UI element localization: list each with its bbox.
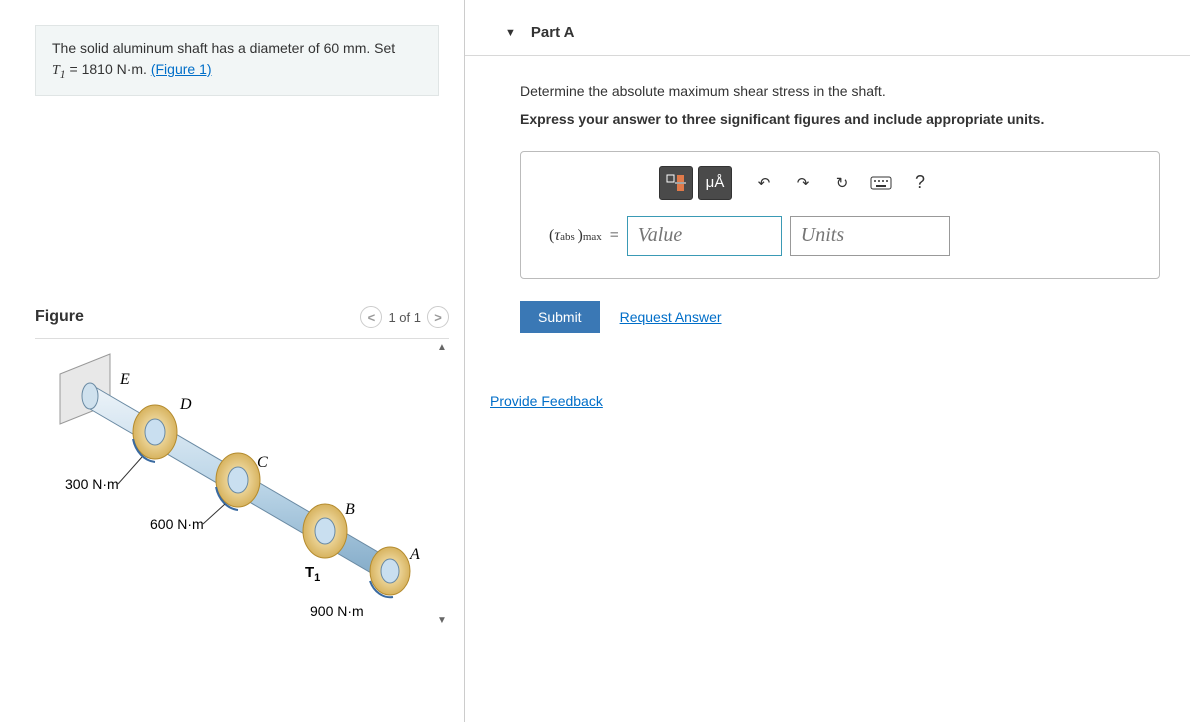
scroll-down-icon[interactable]: ▼ (434, 612, 450, 628)
diameter-value: 60 mm (324, 40, 367, 56)
fraction-icon (665, 174, 687, 192)
label-D: D (179, 396, 192, 413)
label-900: 900 N·m (310, 603, 364, 619)
problem-text-2: . Set (366, 40, 395, 56)
answer-box: μÅ ↶ ↷ ↻ ? (τabs )max = (520, 151, 1160, 279)
pager-next-button[interactable]: > (427, 306, 449, 328)
label-300: 300 N·m (65, 476, 119, 492)
units-button[interactable]: μÅ (698, 166, 732, 200)
answer-row: (τabs )max = (549, 216, 1131, 256)
provide-feedback-link[interactable]: Provide Feedback (490, 393, 1200, 409)
figure-link[interactable]: (Figure 1) (151, 61, 212, 77)
figure-scrollbar[interactable]: ▲ ▼ (434, 339, 450, 628)
templates-button[interactable] (659, 166, 693, 200)
label-A: A (409, 546, 420, 563)
undo-button[interactable]: ↶ (747, 166, 781, 200)
figure-header: Figure < 1 of 1 > (35, 306, 449, 328)
label-C: C (257, 454, 268, 471)
var-T1: T1 (52, 63, 66, 78)
redo-button[interactable]: ↷ (786, 166, 820, 200)
question-instruction: Express your answer to three significant… (520, 108, 1160, 130)
part-header[interactable]: ▼ Part A (465, 0, 1190, 56)
submit-button[interactable]: Submit (520, 301, 600, 333)
answer-lhs: (τabs )max = (549, 227, 619, 245)
scroll-up-icon[interactable]: ▲ (434, 339, 450, 355)
figure-title: Figure (35, 308, 84, 326)
question-prompt: Determine the absolute maximum shear str… (520, 80, 1160, 102)
answer-toolbar: μÅ ↶ ↷ ↻ ? (659, 166, 1131, 200)
help-button[interactable]: ? (903, 166, 937, 200)
request-answer-link[interactable]: Request Answer (620, 309, 722, 325)
question-block: Determine the absolute maximum shear str… (465, 56, 1200, 135)
label-E: E (119, 371, 130, 388)
label-T1: T1 (305, 564, 320, 584)
keyboard-icon (870, 176, 892, 190)
label-B: B (345, 501, 355, 518)
value-input[interactable] (627, 216, 782, 256)
part-title: Part A (531, 24, 575, 41)
problem-text-1: The solid aluminum shaft has a diameter … (52, 40, 324, 56)
figure-pager: < 1 of 1 > (360, 306, 449, 328)
submit-row: Submit Request Answer (520, 301, 1200, 333)
shaft-diagram: E D C B A 300 N·m 600 N·m T1 900 N·m (35, 344, 435, 624)
units-input[interactable] (790, 216, 950, 256)
pager-prev-button[interactable]: < (360, 306, 382, 328)
collapse-caret-icon[interactable]: ▼ (505, 27, 516, 39)
reset-button[interactable]: ↻ (825, 166, 859, 200)
keyboard-button[interactable] (864, 166, 898, 200)
pager-text: 1 of 1 (388, 310, 421, 325)
problem-statement: The solid aluminum shaft has a diameter … (35, 25, 439, 96)
figure-area: E D C B A 300 N·m 600 N·m T1 900 N·m ▲ ▼ (35, 338, 449, 628)
eq-text: = 1810 N·m. (66, 61, 151, 77)
right-panel: ▼ Part A Determine the absolute maximum … (465, 0, 1200, 722)
left-panel: The solid aluminum shaft has a diameter … (0, 0, 465, 722)
label-600: 600 N·m (150, 516, 204, 532)
